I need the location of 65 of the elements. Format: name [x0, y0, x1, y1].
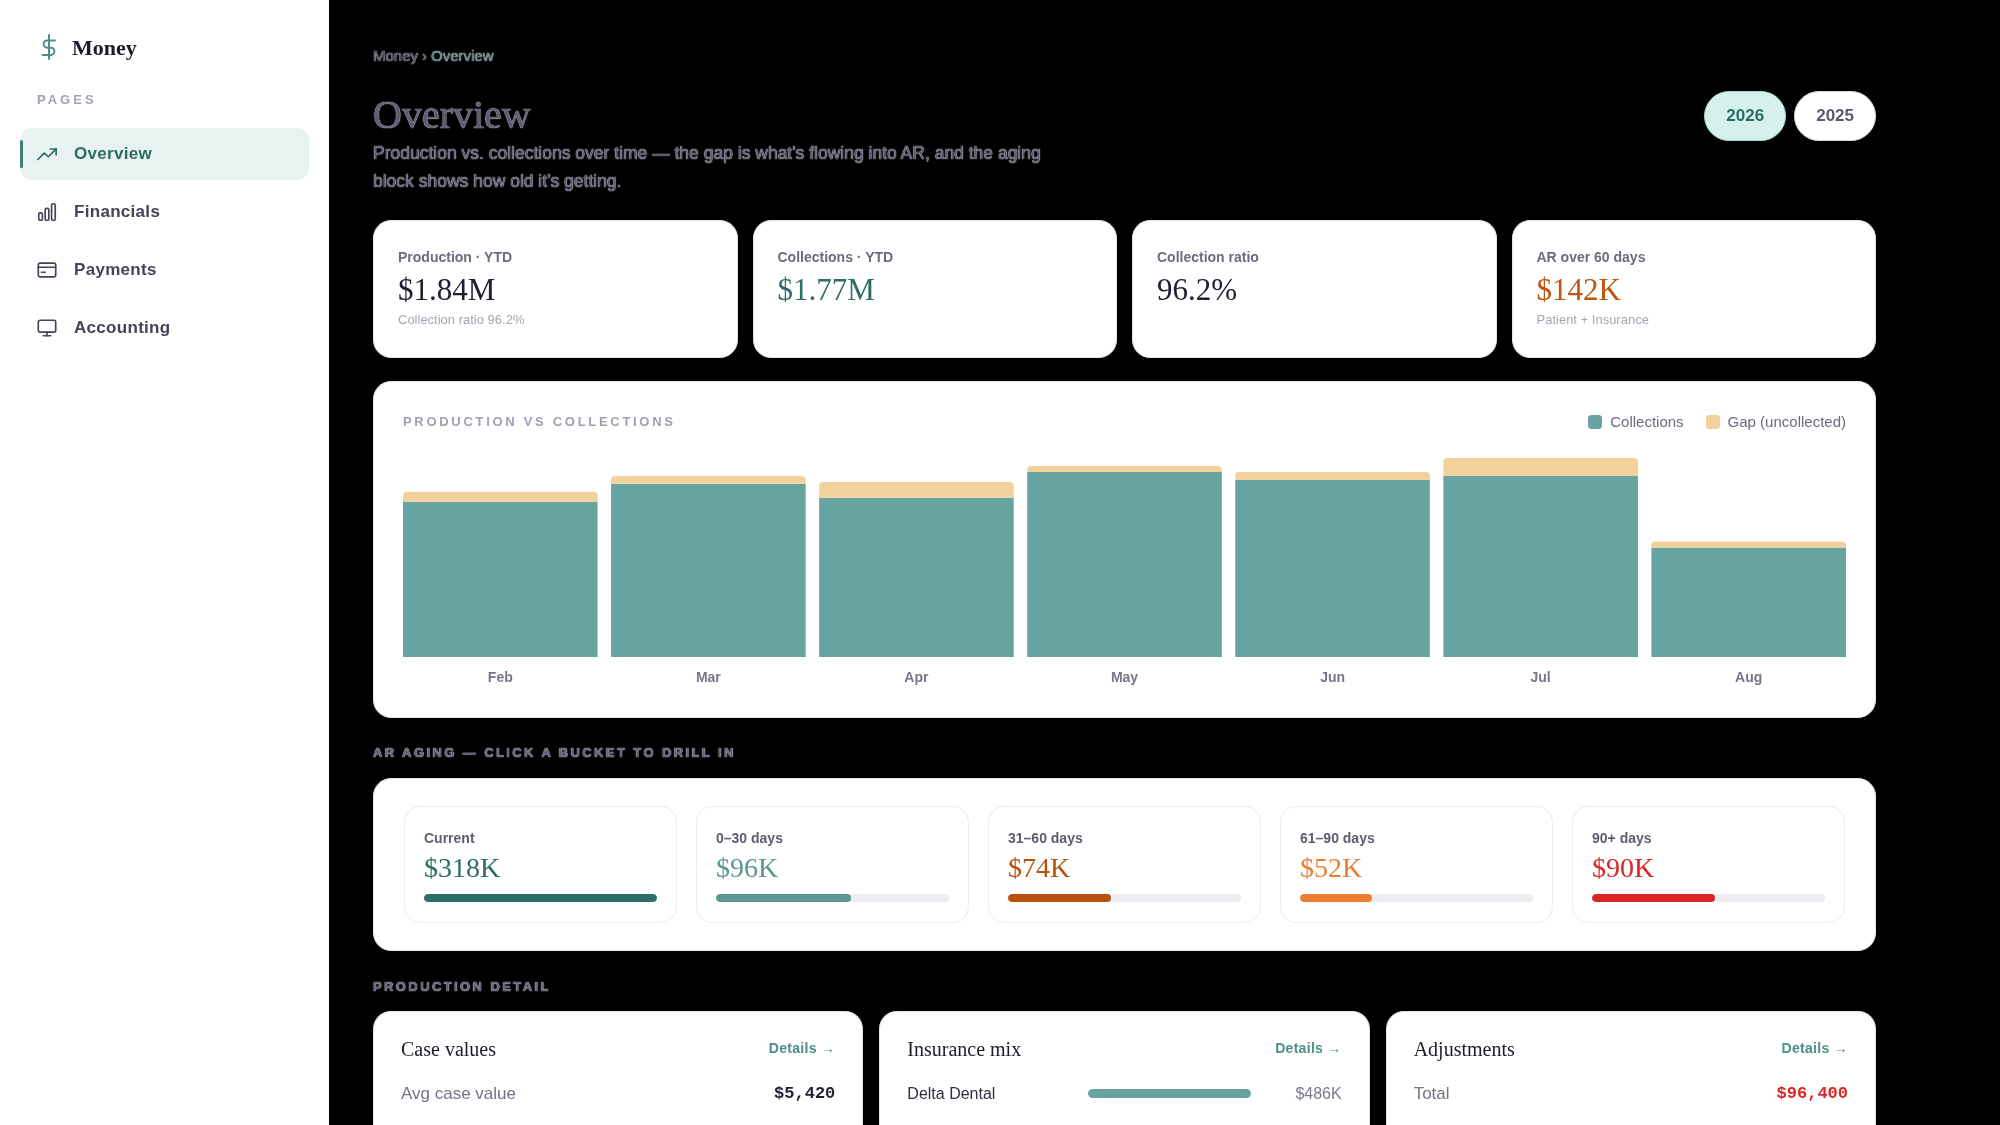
axis-label: Jul — [1530, 668, 1551, 685]
year-toggle[interactable]: 2025 — [1794, 91, 1876, 141]
page-title: Overview — [373, 91, 532, 139]
aging-bucket[interactable]: 90+ days $90K — [1572, 805, 1845, 923]
bucket-label: 61–90 days — [1300, 828, 1376, 848]
axis-label: Aug — [1735, 668, 1763, 685]
breadcrumb-separator: › — [422, 46, 428, 66]
row-value: $486K — [1294, 1083, 1342, 1104]
dollar-icon — [40, 34, 58, 60]
kpi-label: Collections · YTD — [777, 248, 895, 267]
page-description: Production vs. collections over time — the gap is what's flowing into AR, and the aging block shows how old it's getting. — [373, 142, 1042, 193]
kpi-value: $1.77M — [777, 272, 876, 308]
bucket-value: $52K — [1300, 850, 1364, 885]
bucket-value: $318K — [424, 850, 502, 885]
year-toggle[interactable]: 2026 — [1704, 91, 1787, 141]
bucket-label: 31–60 days — [1008, 828, 1084, 848]
nav-item[interactable]: Accounting — [20, 302, 309, 354]
details-link[interactable]: Details → — [768, 1038, 836, 1059]
breadcrumb-current: Overview — [431, 46, 494, 66]
aging-bucket[interactable]: 61–90 days $52K — [1280, 805, 1553, 923]
legend-label: Collections — [1610, 412, 1684, 432]
bar-chart-icon — [36, 201, 58, 223]
details-link[interactable]: Details → — [1781, 1038, 1848, 1059]
bucket-label: Current — [424, 828, 476, 848]
bucket-value: $96K — [716, 850, 780, 885]
brand-title: Money — [72, 33, 137, 62]
aging-bucket[interactable]: 31–60 days $74K — [988, 805, 1261, 923]
kpi-label: Production · YTD — [398, 248, 514, 267]
monitor-icon — [36, 317, 58, 339]
kpi-value: 96.2% — [1157, 272, 1239, 308]
kpi-label: Collection ratio — [1157, 248, 1260, 267]
bucket-value: $74K — [1008, 850, 1072, 885]
axis-label: Mar — [695, 668, 721, 685]
row-value: $96,400 — [1776, 1082, 1848, 1105]
card-title: Adjustments — [1413, 1036, 1515, 1061]
legend-label: Gap (uncollected) — [1727, 412, 1846, 432]
section-label: PAGES — [36, 91, 98, 109]
kpi-note: Patient + Insurance — [1536, 311, 1650, 329]
kpi-value: $142K — [1536, 272, 1622, 308]
kpi-value: $1.84M — [398, 272, 497, 308]
aging-bucket[interactable]: Current $318K — [404, 805, 677, 923]
row-label: Total — [1413, 1082, 1450, 1105]
kpi-note: Collection ratio 96.2% — [398, 311, 526, 329]
axis-label: May — [1110, 668, 1139, 685]
card-title: Case values — [401, 1036, 496, 1061]
nav-item[interactable]: Payments — [20, 244, 309, 296]
bucket-label: 90+ days — [1592, 828, 1653, 848]
aging-bucket[interactable]: 0–30 days $96K — [696, 805, 969, 923]
section-heading: AR AGING — CLICK A BUCKET TO DRILL IN — [373, 743, 737, 762]
axis-label: Jun — [1320, 668, 1345, 685]
kpi-label: AR over 60 days — [1536, 248, 1647, 267]
card-icon — [36, 259, 58, 281]
bucket-label: 0–30 days — [716, 828, 784, 848]
nav-item[interactable]: Financials — [20, 186, 309, 238]
section-heading: PRODUCTION DETAIL — [373, 977, 552, 996]
chart-title: PRODUCTION VS COLLECTIONS — [403, 413, 676, 432]
row-label: Avg case value — [401, 1082, 516, 1105]
axis-label: Feb — [487, 668, 513, 685]
card-title: Insurance mix — [907, 1036, 1022, 1061]
axis-label: Apr — [904, 668, 929, 685]
nav-item[interactable]: Overview — [20, 128, 309, 180]
details-link[interactable]: Details → — [1275, 1038, 1342, 1059]
bucket-value: $90K — [1592, 850, 1656, 885]
row-value: $5,420 — [774, 1082, 836, 1105]
row-label: Delta Dental — [907, 1083, 997, 1104]
